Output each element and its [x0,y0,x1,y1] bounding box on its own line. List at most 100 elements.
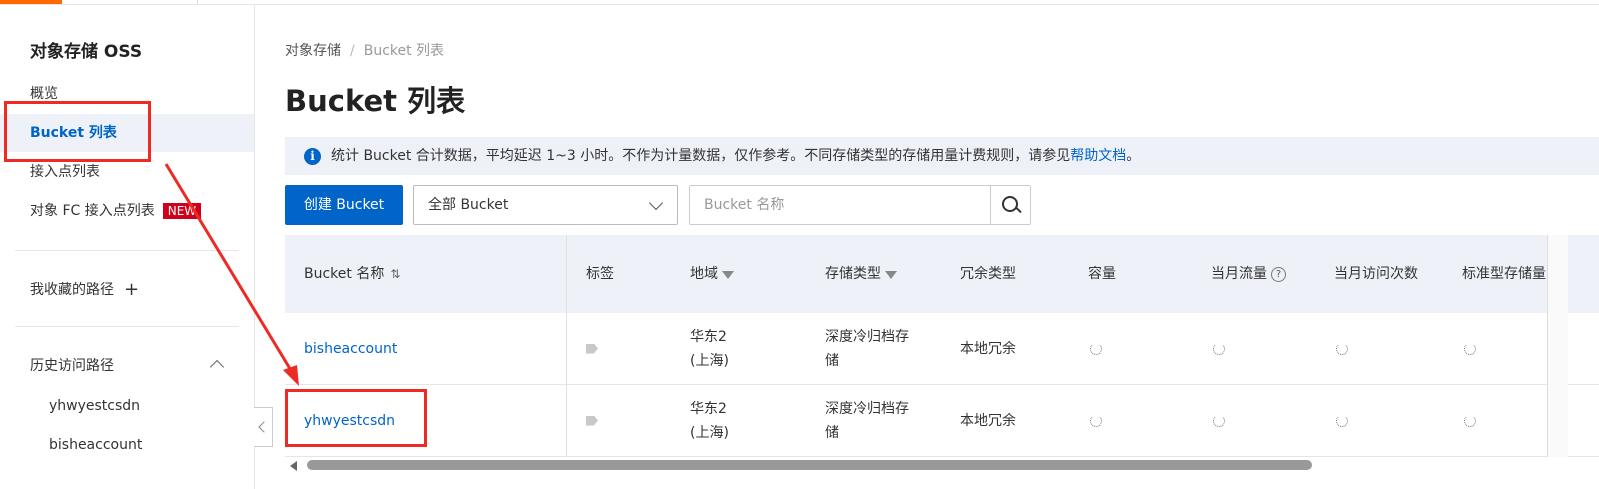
tag-icon[interactable] [586,343,598,354]
tag-icon[interactable] [586,415,598,426]
horizontal-scrollbar[interactable] [288,459,1599,471]
sidebar: 对象存储 OSS 概览 Bucket 列表 接入点列表 对象 FC 接入点列表 N… [0,5,255,489]
new-badge: NEW [162,203,202,219]
loading-spinner-icon [1464,414,1476,427]
traffic-cell [1213,385,1225,456]
redundancy-cell: 本地冗余 [960,412,1016,429]
chevron-left-icon [258,421,270,433]
scrollbar-thumb[interactable] [307,460,1312,470]
header-monthly-requests: 当月访问次数 [1334,266,1418,282]
region-cell: 华东2 (上海) [690,313,729,384]
history-label: 历史访问路径 [30,358,114,374]
capacity-cell [1090,385,1102,456]
topbar-divider [197,0,198,4]
bucket-search[interactable]: Bucket 名称 [689,185,1031,225]
sidebar-favorites[interactable]: 我收藏的路径 + [0,271,254,309]
header-monthly-traffic: 当月流量? [1211,235,1286,313]
bucket-filter-select[interactable]: 全部 Bucket [413,185,678,225]
sidebar-item-fc-access-points[interactable]: 对象 FC 接入点列表 NEW [0,192,254,230]
column-divider [566,235,567,457]
region-text: 华东2 [690,328,727,345]
breadcrumb-separator: / [350,43,355,59]
loading-spinner-icon [1090,342,1102,355]
sidebar-item-label: 对象 FC 接入点列表 [30,203,155,219]
loading-spinner-icon [1213,342,1225,355]
info-suffix: 。 [1126,148,1141,164]
info-banner: i 统计 Bucket 合计数据，平均延迟 1~3 小时。不作为计量数据，仅作参… [285,137,1599,175]
sidebar-divider [15,250,239,251]
bucket-filter-value: 全部 Bucket [428,197,509,213]
region-cell: 华东2 (上海) [690,385,729,456]
tag-cell[interactable] [586,385,598,456]
loading-spinner-icon [1336,342,1348,355]
breadcrumb-root[interactable]: 对象存储 [285,43,341,59]
help-icon[interactable]: ? [1271,267,1286,282]
header-capacity: 容量 [1088,266,1116,282]
requests-cell [1336,313,1348,384]
sidebar-item-label: 接入点列表 [30,164,100,180]
header-label: 地域 [690,266,718,282]
add-favorite-icon[interactable]: + [124,271,139,309]
storage-class-cell: 深度冷归档存储 [825,385,909,456]
annotation-highlight-box [285,389,427,447]
table-row: bisheaccount 华东2 (上海) 深度冷归档存储 本地冗余 [285,313,1599,385]
table-row: yhwyestcsdn 华东2 (上海) 深度冷归档存储 本地冗余 [285,385,1599,457]
sidebar-collapse-button[interactable] [254,407,273,447]
scroll-left-icon[interactable] [290,461,297,471]
info-text: 统计 Bucket 合计数据，平均延迟 1~3 小时。不作为计量数据，仅作参考。… [331,137,1140,175]
favorites-label: 我收藏的路径 [30,282,114,298]
header-bucket-name[interactable]: Bucket 名称 ⇅ [304,235,400,313]
info-icon: i [304,148,321,165]
history-item-label: yhwyestcsdn [49,398,141,414]
sidebar-history[interactable]: 历史访问路径 [0,347,254,385]
requests-cell [1336,385,1348,456]
storage-class-text: 深度冷归档存 [825,328,909,345]
breadcrumb: 对象存储 / Bucket 列表 [285,40,444,60]
redundancy-cell: 本地冗余 [960,340,1016,357]
search-icon-handle [1015,206,1022,214]
history-item-label: bisheaccount [49,437,143,453]
brand-accent [0,0,62,4]
header-standard-storage: 标准型存储量 [1462,266,1546,282]
loading-spinner-icon [1464,342,1476,355]
sidebar-title: 对象存储 OSS [30,42,143,62]
header-redundancy: 冗余类型 [960,266,1016,282]
table-header: Bucket 名称 ⇅ 标签 地域 存储类型 冗余类型 容量 当月流量? 当月访问… [285,235,1599,313]
filter-icon[interactable] [885,271,897,279]
standard-storage-cell [1464,385,1476,456]
storage-class-cell: 深度冷归档存储 [825,313,909,384]
bucket-table: Bucket 名称 ⇅ 标签 地域 存储类型 冗余类型 容量 当月流量? 当月访问… [285,235,1599,457]
loading-spinner-icon [1090,414,1102,427]
chevron-up-icon[interactable] [209,359,225,375]
search-input[interactable]: Bucket 名称 [704,186,784,224]
create-bucket-button[interactable]: 创建 Bucket [285,185,403,225]
header-storage-class[interactable]: 存储类型 [825,235,897,313]
bucket-name-link[interactable]: bisheaccount [304,313,397,384]
region-text: 华东2 [690,400,727,417]
header-tags: 标签 [586,266,614,282]
filter-icon[interactable] [722,271,734,279]
header-region[interactable]: 地域 [690,235,734,313]
storage-class-text: 深度冷归档存 [825,400,909,417]
sidebar-divider [15,326,239,327]
help-doc-link[interactable]: 帮助文档 [1070,148,1126,164]
region-text: (上海) [690,352,729,369]
search-button[interactable] [990,186,1030,224]
annotation-highlight-box [4,101,151,162]
info-message: 统计 Bucket 合计数据，平均延迟 1~3 小时。不作为计量数据，仅作参考。… [331,148,1071,164]
header-label: 存储类型 [825,266,881,282]
sort-icon[interactable]: ⇅ [390,235,400,313]
sidebar-item-label: 概览 [30,86,58,102]
tag-cell[interactable] [586,313,598,384]
region-text: (上海) [690,424,729,441]
history-item[interactable]: bisheaccount [0,426,254,464]
storage-class-text: 储 [825,424,839,441]
storage-class-text: 储 [825,352,839,369]
history-item[interactable]: yhwyestcsdn [0,387,254,425]
capacity-cell [1090,313,1102,384]
header-label: 当月流量 [1211,266,1267,282]
loading-spinner-icon [1336,414,1348,427]
fixed-column-edge [1547,235,1568,457]
chevron-down-icon [648,195,664,211]
page-title: Bucket 列表 [285,84,466,118]
